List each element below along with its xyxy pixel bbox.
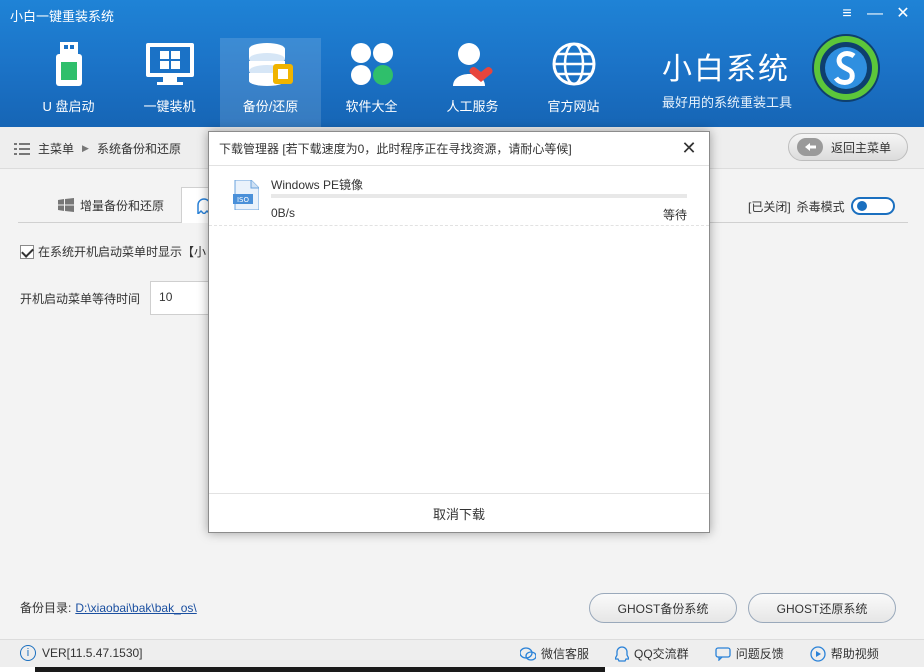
- download-manager-dialog: 下载管理器 [若下载速度为0，此时程序正在寻找资源，请耐心等候] ✕ ISO W…: [208, 131, 710, 533]
- app-title: 小白一键重装系统: [10, 6, 114, 25]
- qq-penguin-icon: [615, 646, 629, 662]
- nav-label: U 盘启动: [42, 96, 94, 115]
- download-progress-bar: [271, 194, 687, 198]
- dialog-close-button[interactable]: ✕: [679, 138, 699, 158]
- close-button[interactable]: ✕: [892, 4, 914, 24]
- database-backup-icon: [244, 42, 298, 86]
- caret-right-icon: ▶: [82, 143, 89, 154]
- breadcrumb-current: 系统备份和还原: [97, 140, 181, 157]
- cancel-download-button[interactable]: 取消下载: [209, 493, 709, 532]
- feedback-bubble-icon: [715, 647, 731, 661]
- nav-label: 一键装机: [143, 96, 195, 115]
- download-speed: 0B/s: [271, 206, 295, 220]
- minimize-button[interactable]: —: [864, 4, 886, 24]
- antivirus-toggle[interactable]: [851, 197, 895, 215]
- apps-grid-icon: [345, 42, 399, 86]
- iso-file-icon: ISO: [233, 180, 259, 210]
- ghost-restore-button[interactable]: GHOST还原系统: [748, 593, 896, 623]
- back-to-main-label: 返回主菜单: [831, 139, 891, 156]
- tab-label: 增量备份和还原: [80, 197, 164, 214]
- status-footer: i VER[11.5.47.1530] 微信客服 QQ交流群 问题反馈 帮助视频: [0, 639, 924, 667]
- svg-text:ISO: ISO: [237, 196, 250, 204]
- antivirus-mode: [已关闭] 杀毒模式: [748, 197, 895, 215]
- backup-dir-link[interactable]: D:\xiaobai\bak\bak_os\: [75, 601, 196, 615]
- return-arrow-icon: [797, 138, 823, 156]
- show-boot-menu-label: 在系统开机启动菜单时显示【小: [38, 243, 206, 260]
- nav-label: 官方网站: [547, 96, 599, 115]
- wechat-icon: [520, 647, 536, 661]
- wechat-support-link[interactable]: 微信客服: [520, 645, 589, 662]
- antivirus-status: [已关闭]: [748, 198, 791, 215]
- feedback-link[interactable]: 问题反馈: [715, 645, 784, 662]
- back-to-main-button[interactable]: 返回主菜单: [788, 133, 908, 161]
- brand-logo-icon: [810, 32, 882, 104]
- backup-dir-label: 备份目录:: [20, 601, 71, 615]
- show-boot-menu-checkbox[interactable]: [20, 245, 34, 259]
- menu-icon[interactable]: ≡: [836, 4, 858, 24]
- nav-item-one-click-install[interactable]: 一键装机: [119, 38, 220, 127]
- nav-label: 备份/还原: [243, 96, 299, 115]
- boot-wait-label: 开机启动菜单等待时间: [20, 290, 140, 307]
- version-info: i VER[11.5.47.1530]: [20, 645, 143, 661]
- breadcrumb-root[interactable]: 主菜单: [38, 140, 74, 157]
- tab-incremental-backup[interactable]: 增量备份和还原: [58, 187, 164, 223]
- download-item-name: Windows PE镜像: [271, 176, 363, 193]
- footer-link-label: 微信客服: [541, 645, 589, 662]
- ghost-backup-button[interactable]: GHOST备份系统: [589, 593, 737, 623]
- download-item: ISO Windows PE镜像 0B/s 等待: [209, 166, 709, 226]
- nav-item-website[interactable]: 官方网站: [523, 38, 624, 127]
- download-status: 等待: [663, 206, 687, 223]
- qq-group-link[interactable]: QQ交流群: [615, 645, 689, 662]
- show-boot-menu-option: 在系统开机启动菜单时显示【小: [20, 243, 206, 260]
- nav-item-software[interactable]: 软件大全: [321, 38, 422, 127]
- nav-item-backup-restore[interactable]: 备份/还原: [220, 38, 321, 127]
- support-person-icon: [446, 42, 500, 86]
- brand: 小白系统 最好用的系统重装工具: [662, 44, 792, 111]
- footer-link-label: 问题反馈: [736, 645, 784, 662]
- nav-label: 软件大全: [345, 96, 397, 115]
- brand-name: 小白系统: [662, 44, 792, 88]
- dialog-title: 下载管理器 [若下载速度为0，此时程序正在寻找资源，请耐心等候]: [219, 140, 572, 157]
- nav-item-support[interactable]: 人工服务: [422, 38, 523, 127]
- nav-label: 人工服务: [446, 96, 498, 115]
- brand-slogan: 最好用的系统重装工具: [662, 92, 792, 111]
- footer-link-label: 帮助视频: [831, 645, 879, 662]
- toggle-knob: [857, 201, 867, 211]
- dialog-header: 下载管理器 [若下载速度为0，此时程序正在寻找资源，请耐心等候] ✕: [209, 132, 709, 166]
- play-icon: [810, 646, 826, 662]
- antivirus-label: 杀毒模式: [797, 198, 845, 215]
- main-nav: U 盘启动 一键装机 备份/还原 软件大全 人工服务: [18, 38, 624, 127]
- footer-links: 微信客服 QQ交流群 问题反馈 帮助视频: [520, 645, 879, 662]
- breadcrumb: 主菜单 ▶ 系统备份和还原: [14, 140, 181, 157]
- nav-item-usb-boot[interactable]: U 盘启动: [18, 38, 119, 127]
- backup-directory: 备份目录: D:\xiaobai\bak\bak_os\: [20, 599, 197, 616]
- window-controls: ≡ — ✕: [836, 4, 914, 24]
- boot-wait-option: 开机启动菜单等待时间 10: [20, 281, 210, 315]
- app-header: 小白一键重装系统 ≡ — ✕ U 盘启动 一键装机 备份/还原: [0, 0, 924, 127]
- help-video-link[interactable]: 帮助视频: [810, 645, 879, 662]
- monitor-windows-icon: [143, 42, 197, 86]
- windows-flag-icon: [58, 198, 74, 212]
- globe-icon: [547, 42, 601, 86]
- info-icon: i: [20, 645, 36, 661]
- version-text: VER[11.5.47.1530]: [42, 646, 143, 660]
- usb-drive-icon: [42, 42, 96, 86]
- boot-wait-input[interactable]: 10: [150, 281, 210, 315]
- taskbar-strip: [35, 667, 605, 672]
- footer-link-label: QQ交流群: [634, 645, 689, 662]
- list-icon: [14, 143, 30, 155]
